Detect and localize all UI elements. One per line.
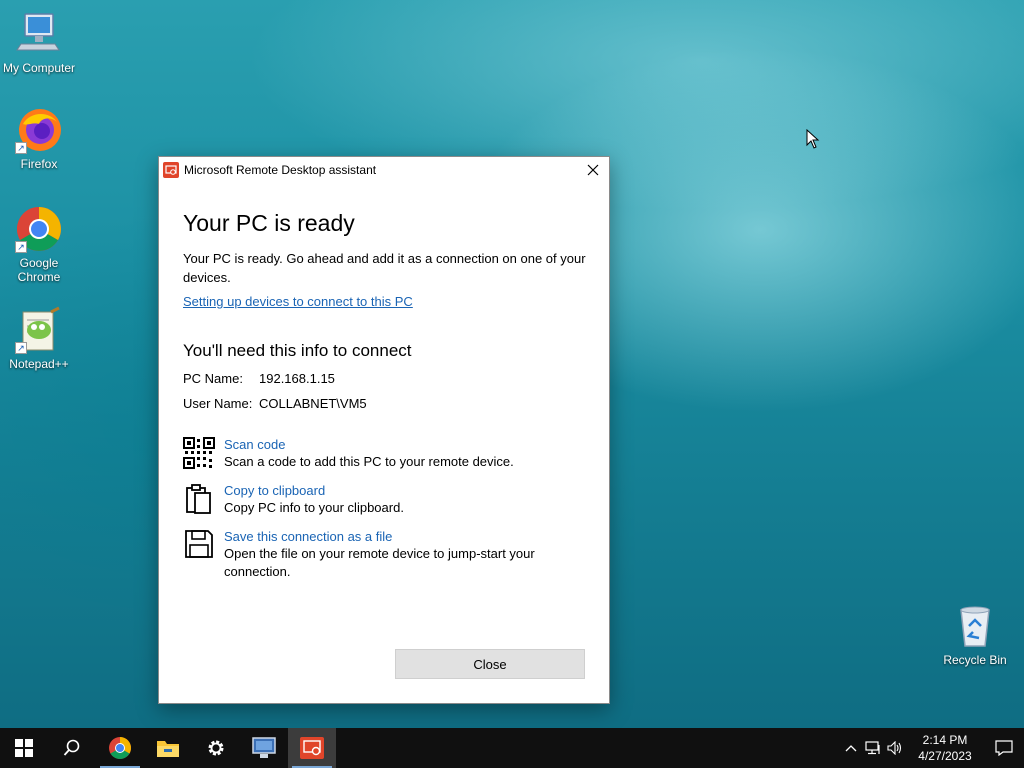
clipboard-icon (183, 483, 215, 517)
floppy-disk-icon (183, 529, 215, 563)
dialog-heading: Your PC is ready (183, 210, 355, 236)
recycle-bin-icon (951, 602, 999, 650)
desktop-icon-notepad-plus-plus[interactable]: ↗ Notepad++ (0, 306, 78, 371)
search-icon (63, 739, 80, 756)
copy-to-clipboard-link[interactable]: Copy to clipboard (224, 483, 404, 498)
gear-icon (208, 740, 224, 756)
taskbar-chrome[interactable] (96, 728, 144, 768)
search-button[interactable] (48, 728, 96, 768)
save-connection-link[interactable]: Save this connection as a file (224, 529, 574, 544)
pc-name-value: 192.168.1.15 (259, 371, 335, 386)
pc-name-label: PC Name: (183, 371, 243, 386)
clock-time: 2:14 PM (922, 733, 968, 747)
shortcut-arrow-icon: ↗ (15, 241, 27, 253)
notification-icon (995, 740, 1013, 756)
scan-code-link[interactable]: Scan code (224, 437, 514, 452)
desktop-icon-label: Recycle Bin (943, 653, 1007, 667)
desktop-icon-label: Notepad++ (9, 357, 69, 371)
remote-desktop-assistant-dialog: Microsoft Remote Desktop assistant Your … (158, 156, 610, 704)
volume-button[interactable] (884, 741, 906, 755)
chevron-up-icon (845, 745, 857, 752)
desktop-icon-recycle-bin[interactable]: Recycle Bin (936, 602, 1014, 667)
firefox-icon: ↗ (15, 106, 63, 154)
scan-code-action[interactable]: Scan code Scan a code to add this PC to … (183, 437, 585, 471)
close-window-button[interactable] (577, 157, 609, 183)
save-connection-description: Open the file on your remote device to j… (224, 546, 535, 579)
ready-description: Your PC is ready. Go ahead and add it as… (183, 251, 586, 285)
user-name-label: User Name: (183, 396, 253, 411)
taskbar-remote-desktop-assistant[interactable] (288, 728, 336, 768)
close-button[interactable]: Close (395, 649, 585, 679)
taskbar: 2:14 PM 4/27/2023 (0, 728, 1024, 768)
chrome-icon: ↗ (15, 205, 63, 253)
remote-desktop-app-icon (300, 737, 324, 759)
taskbar-remote-desktop-connection[interactable] (240, 728, 288, 768)
computer-icon (15, 10, 63, 58)
mouse-cursor-icon (806, 128, 820, 154)
copy-to-clipboard-description: Copy PC info to your clipboard. (224, 500, 404, 515)
chrome-icon (109, 737, 131, 759)
user-name-row: User Name: COLLABNET\VM5 (183, 396, 585, 411)
speaker-icon (887, 741, 902, 755)
setup-devices-link[interactable]: Setting up devices to connect to this PC (183, 294, 413, 309)
clock-date: 4/27/2023 (918, 749, 972, 763)
action-center-button[interactable] (984, 728, 1024, 768)
desktop-icon-label: Google Chrome (17, 256, 61, 284)
remote-desktop-connection-icon (252, 737, 276, 758)
show-hidden-icons-button[interactable] (840, 744, 862, 752)
taskbar-settings[interactable] (192, 728, 240, 768)
pc-name-row: PC Name: 192.168.1.15 (183, 371, 585, 386)
close-icon (587, 164, 599, 176)
desktop-icon-label: Firefox (20, 157, 58, 171)
shortcut-arrow-icon: ↗ (15, 342, 27, 354)
user-name-value: COLLABNET\VM5 (259, 396, 367, 411)
desktop-icon-firefox[interactable]: ↗ Firefox (0, 106, 78, 171)
remote-desktop-app-icon (163, 162, 179, 178)
desktop-icon-label: My Computer (2, 61, 76, 75)
taskbar-file-explorer[interactable] (144, 728, 192, 768)
windows-logo-icon (15, 739, 33, 757)
desktop-icon-google-chrome[interactable]: ↗ Google Chrome (0, 205, 78, 284)
network-status-button[interactable] (862, 741, 884, 755)
network-icon (865, 741, 880, 755)
notepad-plus-plus-icon: ↗ (15, 306, 63, 354)
dialog-title: Microsoft Remote Desktop assistant (184, 163, 377, 177)
start-button[interactable] (0, 728, 48, 768)
taskbar-clock[interactable]: 2:14 PM 4/27/2023 (910, 732, 980, 764)
save-connection-action[interactable]: Save this connection as a file Open the … (183, 529, 585, 581)
info-heading: You'll need this info to connect (183, 341, 412, 360)
scan-code-description: Scan a code to add this PC to your remot… (224, 454, 514, 469)
desktop-icon-my-computer[interactable]: My Computer (0, 10, 78, 75)
dialog-titlebar: Microsoft Remote Desktop assistant (159, 157, 609, 183)
system-tray: 2:14 PM 4/27/2023 (840, 728, 1024, 768)
file-explorer-icon (157, 741, 179, 757)
copy-to-clipboard-action[interactable]: Copy to clipboard Copy PC info to your c… (183, 483, 585, 517)
qr-code-icon (183, 437, 215, 471)
shortcut-arrow-icon: ↗ (15, 142, 27, 154)
